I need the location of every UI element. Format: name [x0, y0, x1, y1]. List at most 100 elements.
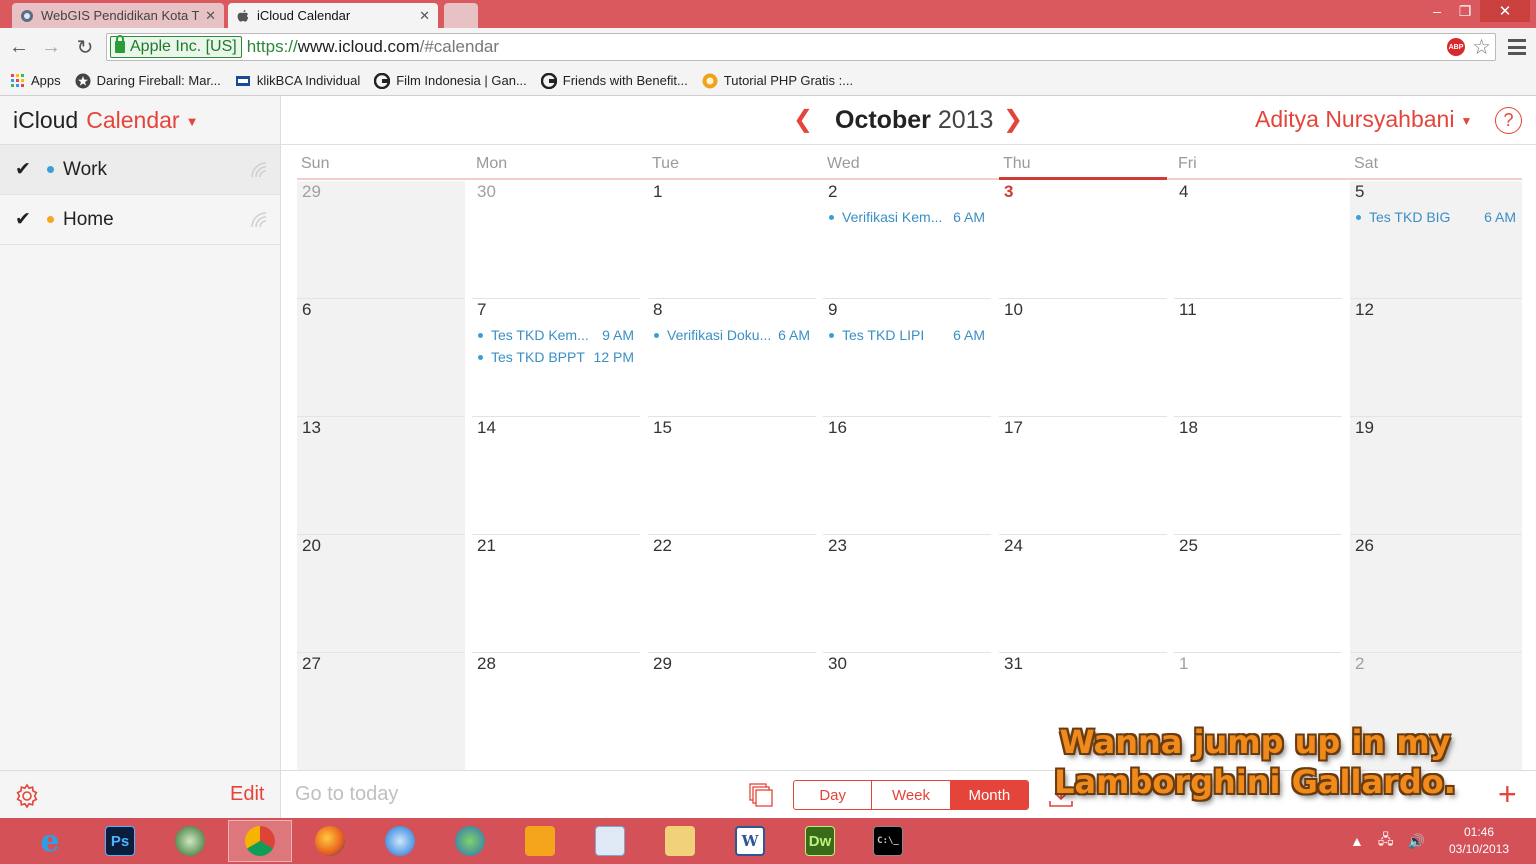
day-cell[interactable]: 23	[823, 535, 991, 653]
go-to-today-button[interactable]: Go to today	[295, 783, 398, 806]
previous-month-chevron-icon[interactable]: ❮	[793, 105, 813, 134]
week-view-button[interactable]: Week	[872, 781, 951, 809]
bookmark-apps[interactable]: Apps	[9, 73, 61, 89]
day-cell[interactable]: 29	[297, 181, 465, 299]
help-icon[interactable]: ?	[1495, 107, 1522, 134]
taskbar-button[interactable]	[158, 820, 222, 862]
date-number: 2	[1355, 654, 1365, 673]
calendar-event[interactable]: Tes TKD LIPI 6 AM	[829, 325, 985, 345]
day-cell[interactable]: 30	[823, 653, 991, 771]
add-event-plus-icon[interactable]: +	[1498, 778, 1517, 810]
checkmark-icon[interactable]: ✔	[15, 158, 31, 181]
day-cell[interactable]: 6	[297, 299, 465, 417]
calendar-event[interactable]: Tes TKD BPPT 12 PM	[478, 347, 634, 367]
calendar-event[interactable]: Tes TKD BIG 6 AM	[1356, 207, 1516, 227]
account-menu[interactable]: Aditya Nursyahbani ▼	[1255, 106, 1472, 133]
taskbar-button[interactable]	[438, 820, 502, 862]
day-cell[interactable]: 3	[999, 181, 1167, 299]
forward-arrow-icon[interactable]: →	[38, 34, 64, 60]
close-tab-icon[interactable]: ✕	[419, 8, 430, 24]
day-cell[interactable]: 5 Tes TKD BIG 6 AM	[1350, 181, 1522, 299]
day-cell[interactable]: 29	[648, 653, 816, 771]
day-cell[interactable]: 2 Verifikasi Kem... 6 AM	[823, 181, 991, 299]
close-tab-icon[interactable]: ✕	[205, 8, 216, 24]
day-cell[interactable]: 22	[648, 535, 816, 653]
address-bar[interactable]: Apple Inc. [US] https://www.icloud.com/#…	[106, 33, 1496, 61]
calendar-event[interactable]: Verifikasi Doku... 6 AM	[654, 325, 810, 345]
calendar-list-stack-icon[interactable]	[749, 783, 773, 807]
calendar-event[interactable]: Tes TKD Kem... 9 AM	[478, 325, 634, 345]
taskbar-button[interactable]	[508, 820, 572, 862]
day-cell[interactable]: 1	[648, 181, 816, 299]
day-cell[interactable]: 20	[297, 535, 465, 653]
bookmark-friends-with-benefits[interactable]: Friends with Benefit...	[540, 72, 688, 89]
taskbar-button[interactable]	[578, 820, 642, 862]
bookmark-klikbca[interactable]: klikBCA Individual	[235, 73, 360, 89]
day-cell[interactable]: 12	[1350, 299, 1522, 417]
calendar-item-work[interactable]: ✔ Work	[0, 145, 280, 195]
new-tab-button[interactable]	[444, 3, 478, 28]
day-cell[interactable]: 24	[999, 535, 1167, 653]
volume-icon[interactable]: 🔊	[1407, 833, 1424, 850]
taskbar-button[interactable]	[368, 820, 432, 862]
network-icon[interactable]: 🖧	[1378, 829, 1394, 853]
reload-icon[interactable]: ↻	[72, 34, 98, 60]
restore-window-icon[interactable]: ❐	[1452, 0, 1478, 22]
month-name: October	[835, 106, 931, 134]
day-cell[interactable]: 7 Tes TKD Kem... 9 AM Tes TKD BPPT 12 PM	[472, 299, 640, 417]
edit-calendars-button[interactable]: Edit	[230, 783, 264, 806]
bookmark-star-icon[interactable]: ☆	[1472, 35, 1491, 60]
system-clock[interactable]: 01:46 03/10/2013	[1438, 824, 1520, 858]
day-cell[interactable]: 17	[999, 417, 1167, 535]
share-broadcast-icon[interactable]	[248, 159, 270, 181]
close-window-icon[interactable]: ✕	[1480, 0, 1530, 22]
day-cell[interactable]: 9 Tes TKD LIPI 6 AM	[823, 299, 991, 417]
browser-menu-icon[interactable]	[1508, 37, 1526, 57]
bookmark-daring-fireball[interactable]: Daring Fireball: Mar...	[75, 73, 221, 89]
day-cell[interactable]: 27	[297, 653, 465, 771]
day-cell[interactable]: 28	[472, 653, 640, 771]
show-hidden-icons-icon[interactable]: ▲	[1350, 833, 1364, 849]
browser-tab[interactable]: WebGIS Pendidikan Kota T ✕	[12, 3, 224, 28]
gear-icon[interactable]	[14, 783, 40, 809]
day-cell[interactable]: 30	[472, 181, 640, 299]
taskbar-button[interactable]	[228, 820, 292, 862]
calendar-item-home[interactable]: ✔ Home	[0, 195, 280, 245]
minimize-window-icon[interactable]: ‒	[1424, 0, 1450, 22]
day-cell[interactable]: 18	[1174, 417, 1342, 535]
share-broadcast-icon[interactable]	[248, 209, 270, 231]
taskbar-button[interactable]: W	[718, 820, 782, 862]
day-cell[interactable]: 14	[472, 417, 640, 535]
day-cell[interactable]: 25	[1174, 535, 1342, 653]
taskbar-button[interactable]: Dw	[788, 820, 852, 862]
day-cell[interactable]: 10	[999, 299, 1167, 417]
taskbar-button[interactable]: Ps	[88, 820, 152, 862]
day-cell[interactable]: 11	[1174, 299, 1342, 417]
checkmark-icon[interactable]: ✔	[15, 208, 31, 231]
browser-tab-active[interactable]: iCloud Calendar ✕	[228, 3, 438, 28]
url-text[interactable]: https://www.icloud.com/#calendar	[247, 37, 499, 57]
taskbar-button[interactable]: e	[18, 820, 82, 862]
app-switcher[interactable]: iCloud Calendar ▼	[0, 96, 280, 145]
bookmark-tutorial-php[interactable]: Tutorial PHP Gratis :...	[702, 73, 853, 89]
day-cell[interactable]: 19	[1350, 417, 1522, 535]
day-cell[interactable]: 16	[823, 417, 991, 535]
calendar-event[interactable]: Verifikasi Kem... 6 AM	[829, 207, 985, 227]
taskbar-button[interactable]	[648, 820, 712, 862]
day-cell[interactable]: 4	[1174, 181, 1342, 299]
day-cell[interactable]: 13	[297, 417, 465, 535]
day-view-button[interactable]: Day	[794, 781, 873, 809]
day-cell[interactable]: 8 Verifikasi Doku... 6 AM	[648, 299, 816, 417]
day-cell[interactable]: 26	[1350, 535, 1522, 653]
day-cell[interactable]: 21	[472, 535, 640, 653]
ev-certificate-badge[interactable]: Apple Inc. [US]	[110, 35, 242, 58]
adblock-icon[interactable]: ABP	[1447, 38, 1465, 56]
taskbar-button[interactable]	[298, 820, 362, 862]
back-arrow-icon[interactable]: ←	[6, 34, 32, 60]
day-cell[interactable]: 15	[648, 417, 816, 535]
bookmark-film-indonesia[interactable]: Film Indonesia | Gan...	[374, 72, 527, 89]
taskbar-button[interactable]: C:\_	[856, 820, 920, 862]
next-month-chevron-icon[interactable]: ❯	[1003, 105, 1023, 134]
event-time: 6 AM	[1484, 209, 1516, 225]
month-view-button[interactable]: Month	[950, 781, 1028, 809]
